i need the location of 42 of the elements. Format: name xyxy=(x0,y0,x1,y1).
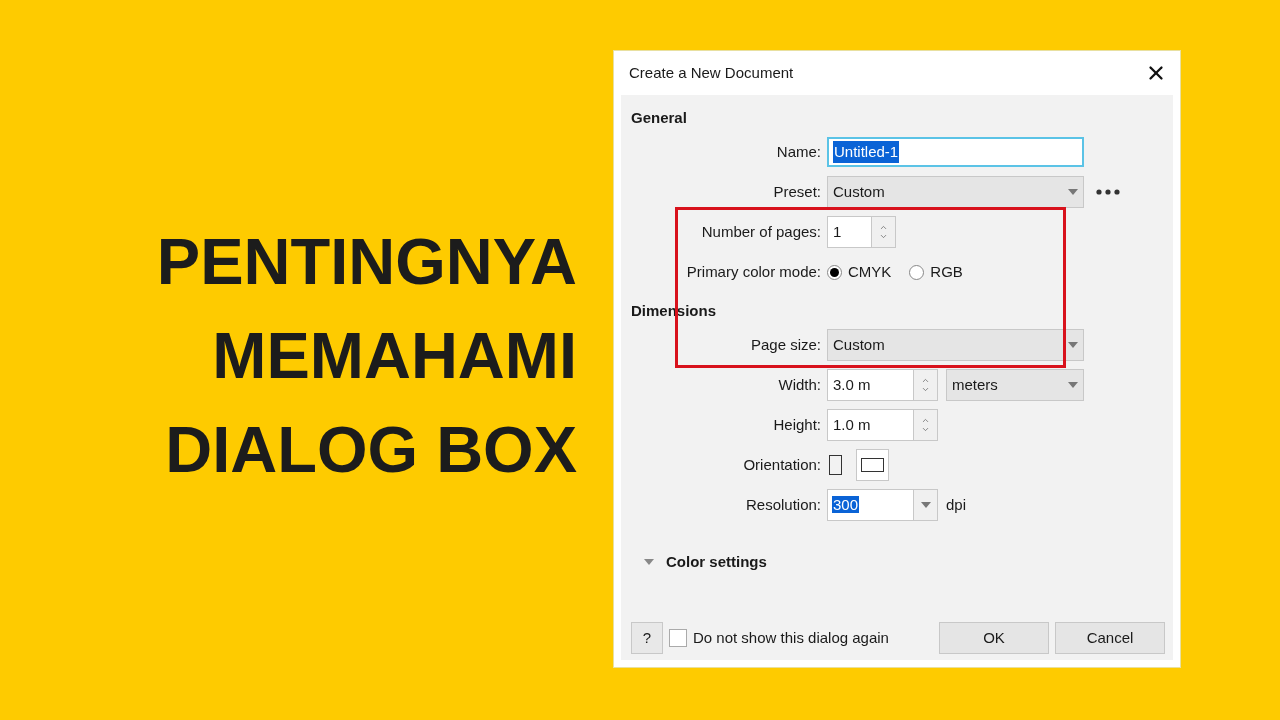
radio-option[interactable]: RGB xyxy=(909,260,963,284)
collapsible-section[interactable]: Color settings xyxy=(621,549,1173,575)
section-heading: General xyxy=(630,108,688,128)
field-label: Name: xyxy=(775,141,822,162)
radio-button[interactable] xyxy=(827,264,842,280)
field-label: Primary color mode: xyxy=(685,261,822,282)
window-title: Create a New Document xyxy=(629,62,794,83)
field-label: Resolution: xyxy=(744,494,822,515)
resolution-field[interactable]: 300 xyxy=(827,489,938,521)
caret-icon xyxy=(920,502,931,508)
name-field[interactable]: Untitled-1 xyxy=(827,137,1084,167)
checkbox[interactable] xyxy=(669,629,687,647)
headline-text: PENTINGNYA xyxy=(156,224,577,300)
field-label: Orientation: xyxy=(742,454,822,475)
field-value: Untitled-1 xyxy=(833,140,900,164)
field-label: Width: xyxy=(777,374,822,395)
more-icon[interactable] xyxy=(1096,189,1120,195)
field-label: Number of pages: xyxy=(700,221,822,242)
unit-label: dpi xyxy=(946,494,967,515)
checkbox-option[interactable]: Do not show this dialog again xyxy=(669,626,889,650)
field-label: Preset: xyxy=(772,181,822,202)
spinner-field[interactable]: 1 xyxy=(827,216,896,248)
field-value: 300 xyxy=(832,495,860,513)
help-button[interactable]: ? xyxy=(631,622,663,654)
caret-icon xyxy=(1068,189,1078,195)
dropdown[interactable]: Custom xyxy=(827,329,1084,361)
headline-text: MEMAHAMI xyxy=(212,318,577,394)
spinner-field[interactable]: 3.0 m xyxy=(827,369,938,401)
caret-icon xyxy=(1068,342,1078,348)
unit-dropdown[interactable]: meters xyxy=(946,369,1084,401)
caret-icon xyxy=(644,559,654,565)
spinner-field[interactable]: 1.0 m xyxy=(827,409,938,441)
caret-icon xyxy=(1068,382,1078,388)
radio-option[interactable]: CMYK xyxy=(827,260,892,284)
field-label: Page size: xyxy=(749,334,822,355)
dialog-button[interactable]: OK xyxy=(939,622,1049,654)
field-label: Height: xyxy=(772,414,822,435)
landscape-button[interactable] xyxy=(856,449,889,481)
dialog-button[interactable]: Cancel xyxy=(1055,622,1165,654)
dropdown[interactable]: Custom xyxy=(827,176,1084,208)
radio-button[interactable] xyxy=(909,264,925,280)
headline-text: DIALOG BOX xyxy=(165,412,577,488)
